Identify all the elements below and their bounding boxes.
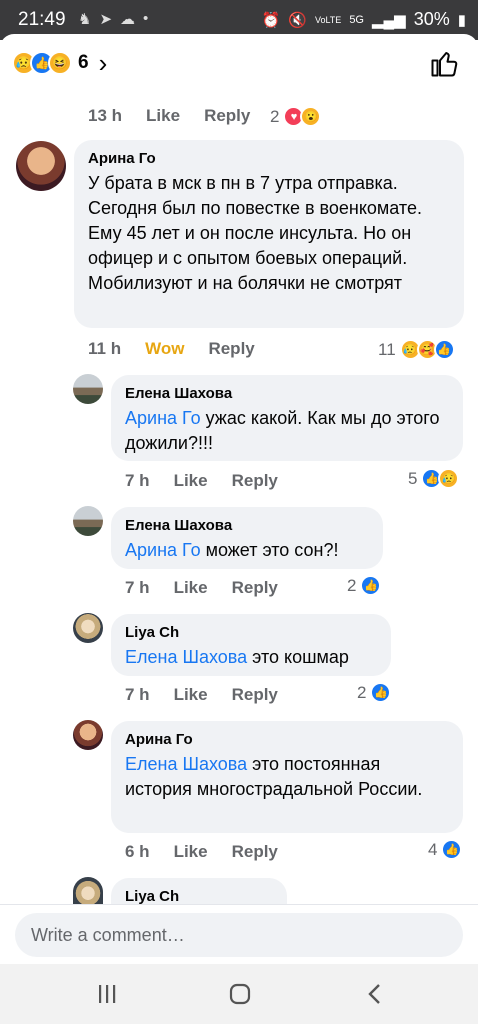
comment-actions: 7 h Like Reply [125, 578, 278, 598]
telegram-icon: ➤ [99, 11, 113, 28]
mention-link[interactable]: Арина Го [125, 408, 201, 428]
like-button[interactable]: Like [174, 842, 208, 862]
system-nav-bar [0, 964, 478, 1024]
comment-actions: 7 h Like Reply [125, 685, 278, 705]
mention-link[interactable]: Елена Шахова [125, 754, 247, 774]
dot-icon: • [143, 10, 149, 27]
reaction-count: 5 [408, 468, 418, 488]
comment-author[interactable]: Елена Шахова [125, 385, 449, 402]
sad-reaction-icon: 😥 [438, 468, 460, 489]
comment-input[interactable]: Write a comment… [15, 913, 463, 957]
mention-link[interactable]: Елена Шахова [125, 647, 247, 667]
comment-reactions[interactable]: 4 👍 [428, 839, 463, 860]
reply-button[interactable]: Reply [204, 106, 250, 126]
comment-time: 13 h [88, 106, 123, 125]
reply-button[interactable]: Reply [232, 578, 278, 598]
reaction-count: 6 [78, 52, 89, 73]
home-icon[interactable] [225, 982, 255, 1006]
comment-reactions[interactable]: 2 ♥ 😮 [270, 106, 322, 127]
comment-bubble[interactable]: Liya Ch [111, 878, 287, 904]
mention-link[interactable]: Арина Го [125, 540, 201, 560]
reply-button[interactable]: Reply [232, 471, 278, 491]
comment-time: 7 h [125, 685, 150, 704]
status-time: 21:49 [18, 9, 66, 30]
comment-author[interactable]: Арина Го [125, 731, 449, 748]
chevron-right-icon[interactable]: › [99, 50, 108, 76]
comment-time: 6 h [125, 842, 150, 861]
comments-sheet: 😥 👍 😆 6 › 13 h Like Reply 2 ♥ 😮 Арина Го… [0, 34, 478, 904]
comment-bubble[interactable]: Елена Шахова Арина Го может это сон?! [111, 507, 383, 569]
comment-author[interactable]: Liya Ch [125, 624, 377, 641]
avatar[interactable] [73, 374, 103, 404]
recents-icon[interactable] [92, 982, 122, 1006]
comment-time: 7 h [125, 471, 150, 490]
comment-text: Арина Го может это сон?! [125, 540, 339, 560]
comment-bubble[interactable]: Арина Го Елена Шахова это постоянная ист… [111, 721, 463, 833]
comment-composer: Write a comment… [0, 904, 478, 964]
reply-button[interactable]: Reply [232, 842, 278, 862]
notification-icon: ♞ [78, 11, 92, 28]
avatar[interactable] [73, 877, 103, 904]
reaction-count: 4 [428, 839, 438, 859]
comment-text: Елена Шахова это кошмар [125, 647, 349, 667]
comment-actions: 13 h Like Reply [88, 106, 250, 126]
comment-reactions[interactable]: 11 😥 🥰 👍 [378, 339, 455, 360]
cloud-icon: ☁ [120, 11, 136, 28]
like-reaction-icon: 👍 [441, 839, 463, 860]
like-button[interactable]: Like [174, 471, 208, 491]
like-button[interactable]: Like [174, 578, 208, 598]
avatar[interactable] [16, 141, 66, 191]
comment-author[interactable]: Елена Шахова [125, 517, 369, 534]
like-button[interactable]: Like [146, 106, 180, 126]
notification-icons: ♞ ➤ ☁ • [78, 10, 148, 28]
alarm-icon: ⏰ [261, 11, 281, 29]
comment-text: Елена Шахова это постоянная история мног… [125, 754, 423, 799]
lte-label: VoLTE [314, 14, 342, 25]
comment-bubble[interactable]: Арина Го У брата в мск в пн в 7 утра отп… [74, 140, 464, 328]
comment-time: 11 h [88, 339, 122, 358]
back-icon[interactable] [360, 982, 390, 1006]
comment-text: У брата в мск в пн в 7 утра отправка. Се… [88, 173, 422, 293]
comment-author[interactable]: Арина Го [88, 150, 450, 167]
comment-time: 7 h [125, 578, 150, 597]
reply-button[interactable]: Reply [208, 339, 254, 359]
reaction-summary[interactable]: 😥 👍 😆 6 › [12, 50, 107, 76]
like-reaction-icon: 👍 [433, 339, 455, 360]
signal-icon: ▂▄▆ [372, 11, 406, 29]
reaction-count: 2 [357, 682, 367, 702]
comment-actions: 11 h Wow Reply [88, 339, 255, 359]
like-icon[interactable] [430, 48, 460, 78]
reaction-count: 11 [378, 339, 396, 359]
network-label: 5G [349, 13, 364, 26]
comment-reactions[interactable]: 2 👍 [357, 682, 392, 703]
like-button[interactable]: Like [174, 685, 208, 705]
like-reaction-icon: 👍 [370, 682, 392, 703]
comment-actions: 6 h Like Reply [125, 842, 278, 862]
wow-reaction-icon: 😮 [300, 106, 322, 127]
system-icons: ⏰ 🔇 VoLTE 5G ▂▄▆ 30% ▮ [262, 9, 466, 30]
avatar[interactable] [73, 506, 103, 536]
like-reaction-icon: 👍 [360, 575, 382, 596]
battery-icon: ▮ [457, 11, 466, 29]
battery-level: 30% [413, 9, 450, 29]
avatar[interactable] [73, 613, 103, 643]
comment-bubble[interactable]: Елена Шахова Арина Го ужас какой. Как мы… [111, 375, 463, 461]
reaction-count: 2 [347, 575, 357, 595]
reply-button[interactable]: Reply [232, 685, 278, 705]
comment-text: Арина Го ужас какой. Как мы до этого дож… [125, 408, 440, 453]
reaction-count: 2 [270, 106, 280, 126]
mute-icon: 🔇 [288, 11, 307, 29]
wow-reaction-button[interactable]: Wow [145, 339, 184, 359]
comment-reactions[interactable]: 2 👍 [347, 575, 382, 596]
reactions-header: 😥 👍 😆 6 › [0, 34, 478, 90]
comment-reactions[interactable]: 5 👍 😥 [408, 468, 460, 489]
comment-actions: 7 h Like Reply [125, 471, 278, 491]
comment-author[interactable]: Liya Ch [125, 888, 273, 904]
avatar[interactable] [73, 720, 103, 750]
haha-reaction-icon: 😆 [48, 51, 72, 75]
comment-bubble[interactable]: Liya Ch Елена Шахова это кошмар [111, 614, 391, 676]
